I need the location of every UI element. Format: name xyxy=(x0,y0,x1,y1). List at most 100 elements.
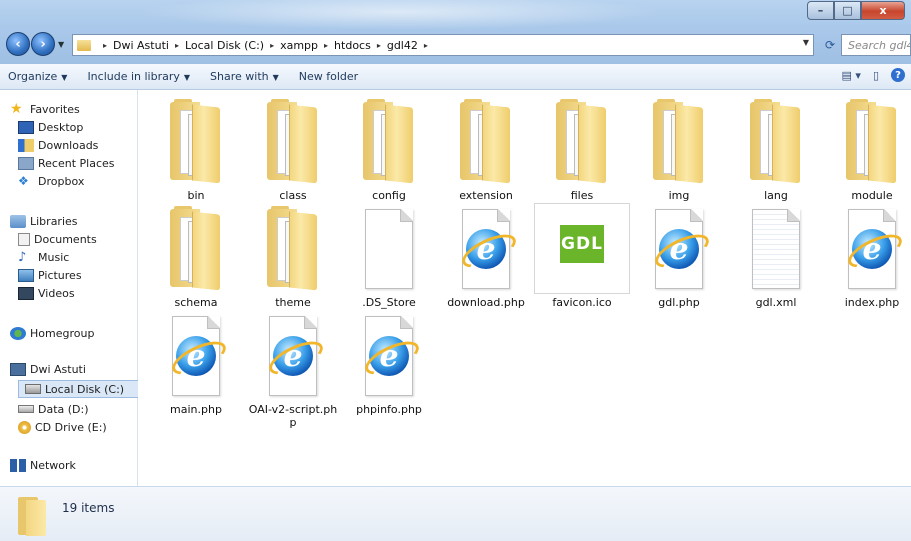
network-icon xyxy=(10,458,26,472)
sidebar-item-videos[interactable]: Videos xyxy=(18,284,75,302)
folder-icon xyxy=(556,99,606,184)
share-with-label: Share with xyxy=(210,70,269,83)
breadcrumb-separator-icon[interactable]: ▸ xyxy=(324,41,328,50)
sidebar-item-label: Pictures xyxy=(38,268,82,282)
file-name: schema xyxy=(174,296,218,309)
recent-places-icon xyxy=(18,156,34,170)
file-item[interactable]: extension xyxy=(438,96,534,208)
breadcrumb-item[interactable]: Local Disk (C:) xyxy=(185,39,264,52)
file-item[interactable]: module xyxy=(824,96,911,208)
breadcrumb-separator-icon[interactable]: ▸ xyxy=(175,41,179,50)
file-name-line: OAI-v2-script.ph xyxy=(248,403,338,416)
include-in-library-label: Include in library xyxy=(87,70,180,83)
sidebar-item-label: Data (D:) xyxy=(38,402,89,416)
file-item[interactable]: bin xyxy=(148,96,244,208)
organize-label: Organize xyxy=(8,70,58,83)
breadcrumb-separator-icon[interactable]: ▸ xyxy=(377,41,381,50)
sidebar-item-label: Network xyxy=(30,458,76,472)
file-item[interactable]: files xyxy=(534,96,630,208)
file-item[interactable]: config xyxy=(341,96,437,208)
sidebar-item-downloads[interactable]: Downloads xyxy=(18,136,98,154)
sidebar-item-data-d[interactable]: Data (D:) xyxy=(18,400,89,418)
videos-icon xyxy=(18,286,34,300)
breadcrumb-item[interactable]: gdl42 xyxy=(387,39,418,52)
sidebar-item-label: Videos xyxy=(38,286,75,300)
computer-label: Dwi Astuti xyxy=(30,362,86,376)
drive-icon xyxy=(18,405,34,413)
file-item[interactable]: schema xyxy=(148,203,244,315)
maximize-button[interactable]: □ xyxy=(834,1,861,20)
sidebar-item-documents[interactable]: Documents xyxy=(18,230,97,248)
folder-icon xyxy=(363,99,413,184)
file-item[interactable]: e phpinfo.php xyxy=(341,310,437,422)
folder-icon xyxy=(267,206,317,291)
sidebar-item-network[interactable]: Network xyxy=(10,456,76,474)
file-item[interactable]: img xyxy=(631,96,727,208)
minimize-button[interactable]: – xyxy=(807,1,834,20)
computer-header[interactable]: Dwi Astuti xyxy=(10,360,86,378)
local-disk-icon xyxy=(25,384,41,394)
file-item[interactable]: .DS_Store xyxy=(341,203,437,315)
file-item[interactable]: theme xyxy=(245,203,341,315)
file-item[interactable]: e index.php xyxy=(824,203,911,315)
breadcrumb-separator-icon[interactable]: ▸ xyxy=(103,41,107,50)
breadcrumb-item[interactable]: xampp xyxy=(280,39,318,52)
sidebar-item-dropbox[interactable]: ❖ Dropbox xyxy=(18,172,84,190)
preview-pane-icon[interactable]: ▯ xyxy=(873,69,879,82)
refresh-icon[interactable]: ⟳ xyxy=(820,34,840,56)
view-controls: ▤ ▾ ▯ ? xyxy=(830,68,905,82)
share-with-menu[interactable]: Share with ▼ xyxy=(210,70,279,83)
dropbox-icon: ❖ xyxy=(18,173,29,188)
file-item[interactable]: class xyxy=(245,96,341,208)
libraries-icon xyxy=(10,214,26,228)
folder-icon xyxy=(170,99,220,184)
sidebar-item-music[interactable]: ♪ Music xyxy=(18,248,69,266)
file-item[interactable]: lang xyxy=(728,96,824,208)
title-glow xyxy=(140,0,660,30)
sidebar-item-recent-places[interactable]: Recent Places xyxy=(18,154,115,172)
pictures-icon xyxy=(18,268,34,282)
help-icon[interactable]: ? xyxy=(891,68,905,82)
sidebar-item-homegroup[interactable]: Homegroup xyxy=(10,324,94,342)
folder-icon xyxy=(267,99,317,184)
forward-button[interactable]: › xyxy=(31,32,55,56)
file-item[interactable]: e gdl.php xyxy=(631,203,727,315)
internet-explorer-icon: e xyxy=(659,229,699,269)
sidebar-item-label: Documents xyxy=(34,232,97,246)
sidebar-item-desktop[interactable]: Desktop xyxy=(18,118,83,136)
folder-icon xyxy=(750,99,800,184)
file-name: files xyxy=(570,189,594,202)
address-bar[interactable]: ▸ Dwi Astuti ▸ Local Disk (C:) ▸ xampp ▸ htdocs… xyxy=(72,34,814,56)
sidebar-item-cd-drive-e[interactable]: CD Drive (E:) xyxy=(18,418,107,436)
breadcrumb-separator-icon[interactable]: ▸ xyxy=(270,41,274,50)
file-item[interactable]: e download.php xyxy=(438,203,534,315)
libraries-header[interactable]: Libraries xyxy=(10,212,78,230)
recent-pages-dropdown[interactable]: ▼ xyxy=(58,40,64,49)
sidebar-item-local-disk-c[interactable]: Local Disk (C:) xyxy=(18,380,142,398)
favorites-header[interactable]: ★ Favorites xyxy=(10,100,80,118)
close-button[interactable]: x xyxy=(861,1,905,20)
breadcrumb-item[interactable]: Dwi Astuti xyxy=(113,39,169,52)
file-item[interactable]: e OAI-v2-script.ph p xyxy=(245,310,341,429)
organize-menu[interactable]: Organize ▼ xyxy=(8,70,67,83)
include-in-library-menu[interactable]: Include in library ▼ xyxy=(87,70,190,83)
folder-icon xyxy=(18,497,46,536)
file-item[interactable]: e main.php xyxy=(148,310,244,422)
file-name: download.php xyxy=(447,296,525,309)
file-item[interactable]: gdl.xml xyxy=(728,203,824,315)
breadcrumb-item[interactable]: htdocs xyxy=(334,39,371,52)
breadcrumb-separator-icon[interactable]: ▸ xyxy=(424,41,428,50)
search-input[interactable]: Search gdl42 xyxy=(841,34,911,56)
xml-file-icon xyxy=(752,209,800,289)
address-dropdown[interactable]: ▼ xyxy=(803,38,809,47)
new-folder-button[interactable]: New folder xyxy=(299,70,358,83)
file-name: gdl.php xyxy=(658,296,700,309)
file-item[interactable]: GDL favicon.ico xyxy=(534,203,630,315)
sidebar-item-pictures[interactable]: Pictures xyxy=(18,266,82,284)
file-name: module xyxy=(851,189,893,202)
folder-icon xyxy=(460,99,510,184)
back-button[interactable]: ‹ xyxy=(6,32,30,56)
change-view-icon[interactable]: ▤ ▾ xyxy=(842,69,861,82)
desktop-icon xyxy=(18,120,34,134)
file-name: gdl.xml xyxy=(755,296,797,309)
